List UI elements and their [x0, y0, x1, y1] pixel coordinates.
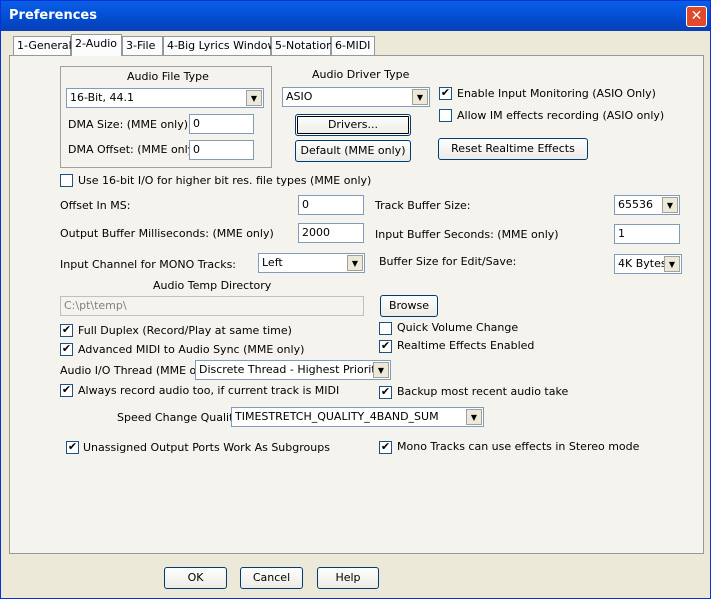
use-16bit-io-label: Use 16-bit I/O for higher bit res. file … — [78, 174, 372, 187]
input-channel-value: Left — [262, 256, 283, 269]
tab-big-lyrics-window[interactable]: 4-Big Lyrics Window — [163, 36, 277, 55]
audio-io-thread-value: Discrete Thread - Highest Priority — [199, 363, 383, 376]
input-channel-label: Input Channel for MONO Tracks: — [60, 258, 237, 271]
track-buffer-size-label: Track Buffer Size: — [375, 199, 471, 212]
chevron-down-icon: ▼ — [466, 409, 482, 425]
chevron-down-icon: ▼ — [347, 255, 363, 271]
speed-change-quality-value: TIMESTRETCH_QUALITY_4BAND_SUM — [235, 410, 439, 423]
advanced-midi-sync-label: Advanced MIDI to Audio Sync (MME only) — [78, 343, 305, 356]
unassigned-output-ports-checkbox[interactable]: ✔ — [66, 441, 79, 454]
audio-temp-directory-field[interactable]: C:\pt\temp\ — [60, 296, 364, 316]
always-record-audio-label: Always record audio too, if current trac… — [78, 384, 340, 397]
cancel-button[interactable]: Cancel — [240, 567, 303, 589]
audio-io-thread-label: Audio I/O Thread (MME on — [60, 364, 204, 377]
chevron-down-icon: ▼ — [412, 89, 428, 105]
allow-im-effects-checkbox[interactable] — [439, 109, 452, 122]
mono-tracks-stereo-label: Mono Tracks can use effects in Stereo mo… — [397, 440, 640, 453]
tab-midi[interactable]: 6-MIDI — [331, 36, 375, 55]
ok-button[interactable]: OK — [164, 567, 227, 589]
dma-size-field[interactable]: 0 — [189, 114, 254, 134]
use-16bit-io-checkbox[interactable] — [60, 174, 73, 187]
audio-file-type-select[interactable]: 16-Bit, 44.1 ▼ — [66, 88, 264, 108]
input-buffer-label: Input Buffer Seconds: (MME only) — [375, 228, 559, 241]
backup-audio-take-label: Backup most recent audio take — [397, 385, 569, 398]
drivers-button[interactable]: Drivers... — [295, 114, 411, 136]
offset-ms-field[interactable]: 0 — [298, 195, 364, 215]
tab-general[interactable]: 1-General — [13, 36, 72, 55]
default-mme-button[interactable]: Default (MME only) — [295, 140, 411, 162]
input-channel-select[interactable]: Left ▼ — [258, 253, 365, 273]
tab-notation[interactable]: 5-Notation — [271, 36, 333, 55]
enable-input-monitoring-checkbox[interactable]: ✔ — [439, 87, 452, 100]
audio-driver-select[interactable]: ASIO ▼ — [282, 87, 430, 107]
edit-buffer-select[interactable]: 4K Bytes ▼ — [614, 254, 682, 274]
close-button[interactable]: ✕ — [686, 6, 707, 27]
audio-driver-value: ASIO — [286, 90, 313, 103]
audio-panel: Audio File Type 16-Bit, 44.1 ▼ DMA Size:… — [9, 55, 704, 554]
output-buffer-field[interactable]: 2000 — [298, 223, 364, 243]
audio-file-type-label: Audio File Type — [127, 70, 209, 83]
dma-offset-label: DMA Offset: (MME only) — [68, 143, 199, 156]
edit-buffer-value: 4K Bytes — [618, 257, 667, 270]
tab-file[interactable]: 3-File — [122, 36, 163, 55]
full-duplex-label: Full Duplex (Record/Play at same time) — [78, 324, 292, 337]
chevron-down-icon: ▼ — [662, 197, 678, 213]
full-duplex-checkbox[interactable]: ✔ — [60, 324, 73, 337]
audio-file-type-value: 16-Bit, 44.1 — [70, 91, 134, 104]
quick-volume-change-checkbox[interactable] — [379, 322, 392, 335]
offset-ms-label: Offset In MS: — [60, 199, 131, 212]
unassigned-output-ports-label: Unassigned Output Ports Work As Subgroup… — [83, 441, 330, 454]
edit-buffer-label: Buffer Size for Edit/Save: — [379, 255, 517, 268]
chevron-down-icon: ▼ — [373, 362, 389, 378]
track-buffer-size-value: 65536 — [618, 198, 653, 211]
quick-volume-change-label: Quick Volume Change — [397, 321, 519, 334]
title-bar[interactable]: Preferences ✕ — [1, 1, 710, 31]
dma-offset-field[interactable]: 0 — [189, 140, 254, 160]
output-buffer-label: Output Buffer Milliseconds: (MME only) — [60, 227, 274, 240]
window-title: Preferences — [9, 8, 97, 23]
input-buffer-field[interactable]: 1 — [614, 224, 680, 244]
backup-audio-take-checkbox[interactable]: ✔ — [379, 386, 392, 399]
reset-realtime-effects-button[interactable]: Reset Realtime Effects — [438, 138, 588, 160]
realtime-effects-enabled-checkbox[interactable]: ✔ — [379, 340, 392, 353]
mono-tracks-stereo-checkbox[interactable]: ✔ — [379, 441, 392, 454]
advanced-midi-sync-checkbox[interactable]: ✔ — [60, 343, 73, 356]
chevron-down-icon: ▼ — [246, 90, 262, 106]
speed-change-quality-select[interactable]: TIMESTRETCH_QUALITY_4BAND_SUM ▼ — [231, 407, 484, 427]
browse-button[interactable]: Browse — [380, 295, 438, 317]
speed-change-quality-label: Speed Change Quality: — [117, 411, 243, 424]
track-buffer-size-select[interactable]: 65536 ▼ — [614, 195, 680, 215]
chevron-down-icon: ▼ — [664, 256, 680, 272]
preferences-window: Preferences ✕ 1-General 2-Audio 3-File 4… — [0, 0, 711, 599]
always-record-audio-checkbox[interactable]: ✔ — [60, 384, 73, 397]
enable-input-monitoring-label: Enable Input Monitoring (ASIO Only) — [457, 87, 656, 100]
audio-io-thread-select[interactable]: Discrete Thread - Highest Priority ▼ — [195, 360, 391, 380]
audio-temp-directory-label: Audio Temp Directory — [153, 279, 272, 292]
realtime-effects-enabled-label: Realtime Effects Enabled — [397, 339, 535, 352]
tab-audio[interactable]: 2-Audio — [71, 34, 122, 56]
allow-im-effects-label: Allow IM effects recording (ASIO only) — [457, 109, 665, 122]
help-button[interactable]: Help — [317, 567, 379, 589]
audio-driver-type-label: Audio Driver Type — [312, 68, 410, 81]
dma-size-label: DMA Size: (MME only) — [68, 118, 189, 131]
